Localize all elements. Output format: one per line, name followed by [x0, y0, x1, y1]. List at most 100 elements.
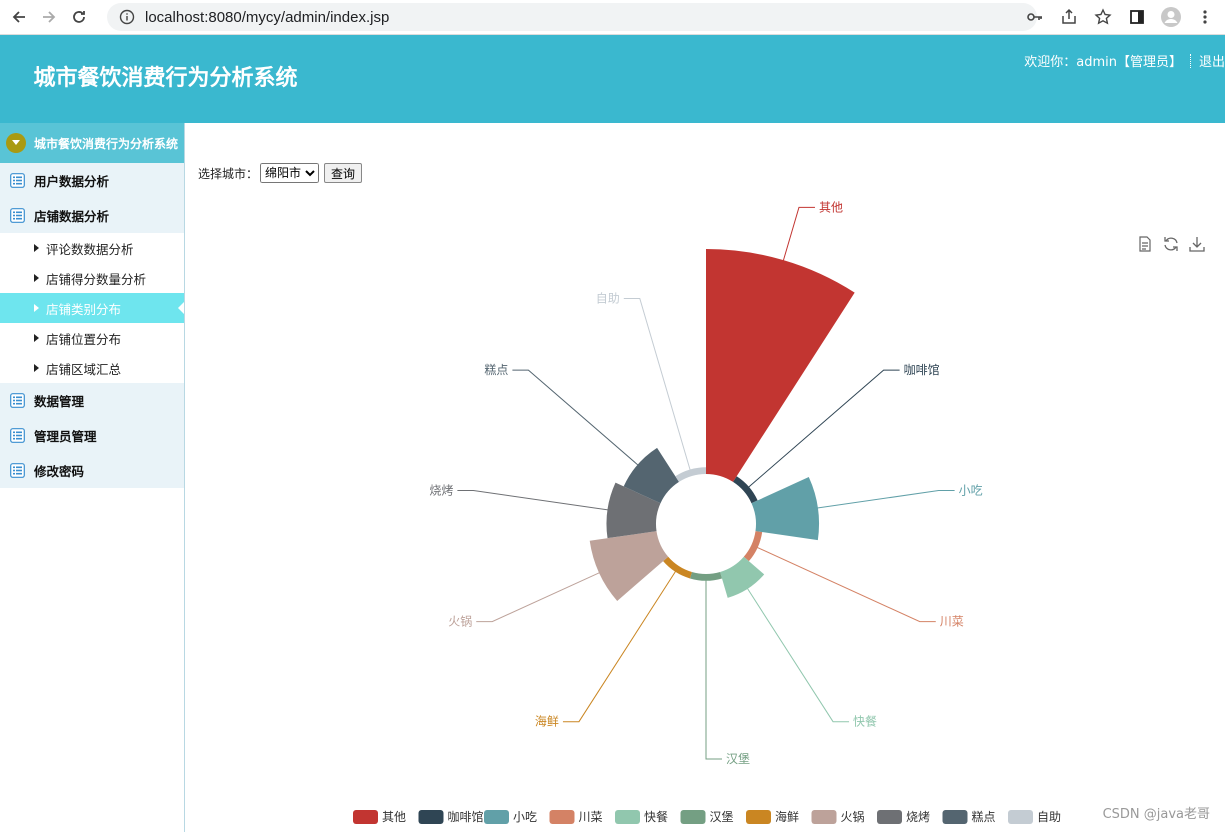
legend-label-5[interactable]: 汉堡 [710, 809, 734, 824]
legend-label-1[interactable]: 咖啡馆 [448, 809, 484, 824]
list-icon [10, 208, 25, 223]
chart-toolbox [1136, 235, 1206, 253]
city-select[interactable]: 绵阳市 [260, 163, 320, 183]
legend-swatch-4[interactable] [615, 810, 640, 824]
legend-label-9[interactable]: 糕点 [972, 810, 996, 824]
legend-label-4[interactable]: 快餐 [644, 809, 668, 824]
legend-swatch-6[interactable] [746, 810, 771, 824]
sidebar-root-label: 城市餐饮消费行为分析系统 [34, 136, 179, 151]
rose-slice-2[interactable] [751, 477, 820, 541]
app-header: 城市餐饮消费行为分析系统 欢迎你：admin【管理员】 退出 [0, 35, 1225, 123]
caret-right-icon [34, 334, 39, 342]
data-view-icon[interactable] [1136, 235, 1154, 253]
rose-slice-10[interactable] [675, 467, 706, 482]
rose-slice-6[interactable] [663, 556, 692, 579]
back-icon[interactable] [8, 6, 30, 28]
slice-label-1: 咖啡馆 [904, 362, 940, 377]
label-line-3 [753, 545, 936, 623]
rose-slice-1[interactable] [733, 476, 758, 504]
sidebar-root[interactable]: 城市餐饮消费行为分析系统 [0, 123, 184, 163]
legend-label-6[interactable]: 海鲜 [775, 809, 799, 824]
sidebar-subitem-label: 评论数数据分析 [46, 241, 134, 257]
system-title: 城市餐饮消费行为分析系统 [33, 66, 298, 91]
logout-link[interactable]: 退出 [1199, 51, 1225, 70]
caret-right-icon [34, 274, 39, 282]
slice-label-4: 快餐 [853, 714, 877, 729]
sidebar-item-label: 店铺数据分析 [34, 209, 110, 224]
menu-kebab-icon[interactable] [1193, 5, 1217, 29]
watermark: CSDN @java老哥 [1102, 807, 1210, 822]
slice-label-3: 川菜 [940, 615, 964, 629]
bookmark-star-icon[interactable] [1091, 5, 1115, 29]
sidebar-item-change-password[interactable]: 修改密码 [0, 453, 184, 488]
legend-label-2[interactable]: 小吃 [513, 810, 537, 824]
welcome-text: 欢迎你：admin【管理员】 [1024, 55, 1182, 70]
slice-label-10: 自助 [596, 292, 620, 306]
address-bar[interactable]: localhost:8080/mycy/admin/index.jsp [107, 3, 1037, 31]
legend-swatch-3[interactable] [549, 810, 575, 824]
legend-label-0[interactable]: 其他 [382, 810, 406, 824]
info-icon[interactable] [119, 9, 135, 25]
list-icon [10, 173, 25, 188]
rose-slice-7[interactable] [589, 531, 669, 601]
legend-label-3[interactable]: 川菜 [579, 810, 603, 824]
rose-slice-0[interactable] [706, 249, 855, 482]
slice-label-5: 汉堡 [726, 751, 750, 766]
legend-swatch-9[interactable] [942, 810, 968, 824]
browser-toolbar: localhost:8080/mycy/admin/index.jsp [0, 0, 1225, 35]
legend-swatch-10[interactable] [1008, 810, 1033, 824]
legend-swatch-0[interactable] [353, 810, 378, 824]
sidepanel-icon[interactable] [1125, 5, 1149, 29]
slice-label-0: 其他 [819, 200, 843, 214]
list-icon [10, 393, 25, 408]
legend-swatch-1[interactable] [418, 810, 444, 824]
user-area: 欢迎你：admin【管理员】 退出 [1024, 51, 1225, 70]
sidebar-subitem-label: 店铺得分数量分析 [46, 271, 147, 287]
query-button[interactable]: 查询 [324, 163, 363, 183]
legend-swatch-5[interactable] [680, 810, 706, 824]
sidebar-item-user-analysis[interactable]: 用户数据分析 [0, 163, 184, 198]
label-line-10 [623, 298, 692, 474]
rose-slice-4[interactable] [720, 556, 765, 598]
divider [1189, 53, 1191, 68]
list-icon [10, 463, 25, 478]
legend-label-10[interactable]: 自助 [1037, 810, 1061, 824]
legend-label-7[interactable]: 火锅 [841, 809, 865, 824]
slice-label-6: 海鲜 [535, 714, 559, 729]
legend-swatch-2[interactable] [484, 810, 509, 824]
caret-right-icon [34, 304, 39, 312]
legend-label-8[interactable]: 烧烤 [906, 809, 930, 824]
list-icon [10, 428, 25, 443]
label-line-9 [512, 369, 641, 468]
collapse-toggle-icon[interactable] [6, 133, 26, 153]
sidebar-subitem-region-summary[interactable]: 店铺区域汇总 [0, 353, 184, 383]
sidebar-subitem-location-distribution[interactable]: 店铺位置分布 [0, 323, 184, 353]
legend-swatch-7[interactable] [811, 810, 837, 824]
main-content: 其他 咖啡馆 小吃 川菜 快餐 汉堡 海鲜 火锅 烧烤 糕点 自助 其他 咖啡馆 小吃 川菜 快餐 汉堡 海鲜 火锅… [186, 123, 1225, 832]
sidebar-item-admin-management[interactable]: 管理员管理 [0, 418, 184, 453]
slice-label-9: 糕点 [484, 363, 508, 377]
sidebar-item-label: 用户数据分析 [34, 174, 110, 189]
profile-avatar-icon[interactable] [1159, 5, 1183, 29]
category-rose-chart: 其他咖啡馆小吃川菜快餐汉堡海鲜火锅烧烤糕点自助其他 咖啡馆 小吃 川菜 快餐 汉堡 海鲜 火锅… [353, 200, 1061, 824]
restore-icon[interactable] [1162, 235, 1180, 253]
sidebar-subitem-label: 店铺类别分布 [46, 301, 122, 317]
slice-label-7: 火锅 [448, 614, 472, 629]
sidebar-subitem-comment-analysis[interactable]: 评论数数据分析 [0, 233, 184, 263]
label-line-7 [476, 570, 603, 623]
sidebar-item-shop-analysis[interactable]: 店铺数据分析 [0, 198, 184, 233]
city-label: 选择城市： [198, 166, 259, 181]
label-line-0 [781, 206, 815, 265]
save-image-icon[interactable] [1188, 235, 1206, 253]
sidebar-subitem-category-distribution[interactable]: 店铺类别分布 [0, 293, 184, 323]
forward-icon[interactable] [38, 6, 60, 28]
label-line-2 [813, 490, 955, 509]
key-icon[interactable] [1023, 5, 1047, 29]
rose-slice-3[interactable] [743, 531, 763, 562]
sidebar-subitem-score-analysis[interactable]: 店铺得分数量分析 [0, 263, 184, 293]
share-icon[interactable] [1057, 5, 1081, 29]
legend-swatch-8[interactable] [877, 810, 902, 824]
label-line-8 [457, 490, 612, 511]
sidebar-item-data-management[interactable]: 数据管理 [0, 383, 184, 418]
reload-icon[interactable] [68, 6, 90, 28]
